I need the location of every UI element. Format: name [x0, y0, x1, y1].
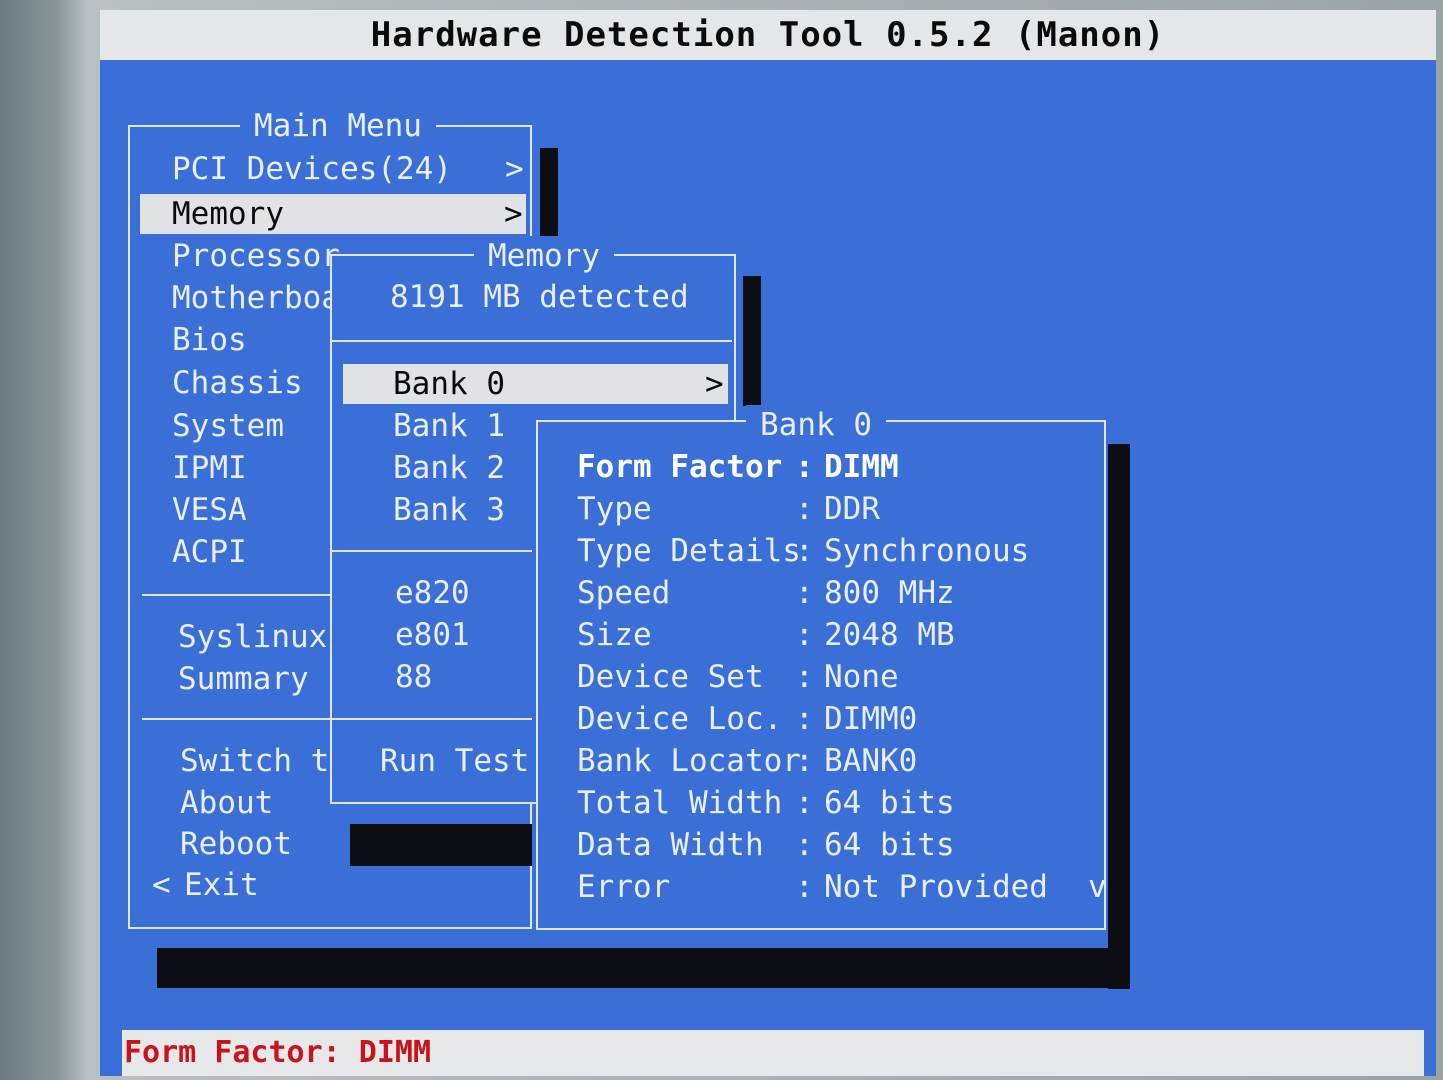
bank-row-label: Form Factor — [577, 449, 783, 485]
bank-row-separator: : — [795, 491, 814, 527]
menu-item-pci-devices[interactable]: PCI Devices(24) — [172, 149, 452, 189]
bank-row-label: Total Width — [577, 785, 783, 821]
bank-row-form-factor: Form Factor : DIMM — [577, 447, 1097, 489]
bank-detail-list: Form Factor : DIMM Type : DDR Type Detai… — [577, 447, 1097, 907]
memory-bank-0[interactable]: Bank 0 > — [343, 364, 728, 404]
menu-item-reboot[interactable]: Reboot — [180, 824, 292, 864]
bank-row-speed: Speed : 800 MHz — [577, 573, 1097, 615]
bank0-submenu-arrow-icon: > — [705, 366, 724, 402]
status-bar: Form Factor: DIMM — [122, 1030, 1424, 1076]
bank-row-value: 64 bits — [824, 785, 955, 821]
memory-map-e820[interactable]: e820 — [395, 573, 470, 613]
bank-row-label: Bank Locator — [577, 743, 801, 779]
scroll-down-indicator-icon[interactable]: v — [1088, 867, 1107, 907]
bank-row-label: Type Details — [577, 533, 801, 569]
bank-row-value: DDR — [824, 491, 880, 527]
memory-bank-2[interactable]: Bank 2 — [393, 448, 505, 488]
bank-row-device-loc: Device Loc. : DIMM0 — [577, 699, 1097, 741]
menu-item-memory-label: Memory — [172, 196, 284, 232]
screen: Hardware Detection Tool 0.5.2 (Manon) Ma… — [100, 10, 1436, 1076]
bank-row-value: Synchronous — [824, 533, 1030, 569]
bank-row-separator: : — [795, 617, 814, 653]
memory-bank-0-label: Bank 0 — [393, 366, 505, 402]
bank-row-separator: : — [795, 575, 814, 611]
memory-menu-divider-3 — [332, 718, 532, 720]
bank-row-type-details: Type Details : Synchronous — [577, 531, 1097, 573]
bank-panel-title: Bank 0 — [746, 405, 886, 445]
bank-row-type: Type : DDR — [577, 489, 1097, 531]
memory-bank-1[interactable]: Bank 1 — [393, 406, 505, 446]
bank-row-separator: : — [795, 785, 814, 821]
bank-row-value: 2048 MB — [824, 617, 955, 653]
bank-row-separator: : — [795, 533, 814, 569]
bank-row-size: Size : 2048 MB — [577, 615, 1097, 657]
memory-bank-3[interactable]: Bank 3 — [393, 490, 505, 530]
back-arrow-icon: < — [152, 867, 171, 903]
memory-menu-title: Memory — [474, 236, 614, 276]
menu-item-syslinux[interactable]: Syslinux — [178, 617, 327, 657]
menu-item-summary[interactable]: Summary — [178, 659, 309, 699]
memory-menu-scroll-shadow — [743, 276, 761, 406]
main-menu-divider-2 — [142, 718, 332, 720]
main-menu-title: Main Menu — [240, 106, 436, 146]
bank-row-value: DIMM0 — [824, 701, 918, 737]
bank-row-label: Device Loc. — [577, 701, 783, 737]
bank-row-data-width: Data Width : 64 bits — [577, 825, 1097, 867]
memory-menu-shadow — [350, 824, 532, 866]
bank-row-label: Speed — [577, 575, 671, 611]
bank-row-value: 64 bits — [824, 827, 955, 863]
menu-item-about[interactable]: About — [180, 783, 273, 823]
main-menu-divider-1 — [142, 594, 332, 596]
bank-row-value: DIMM — [824, 449, 899, 485]
menu-item-bios[interactable]: Bios — [172, 320, 247, 360]
bank-row-separator: : — [795, 743, 814, 779]
bank-panel-shadow-right — [1108, 444, 1130, 989]
memory-menu-divider-2 — [332, 550, 532, 552]
bank-row-separator: : — [795, 869, 814, 905]
main-menu-shadow — [157, 948, 1125, 988]
bank-row-device-set: Device Set : None — [577, 657, 1097, 699]
bank-row-value: 800 MHz — [824, 575, 955, 611]
bank-row-bank-locator: Bank Locator : BANK0 — [577, 741, 1097, 783]
menu-item-acpi[interactable]: ACPI — [172, 532, 247, 572]
bank-row-separator: : — [795, 659, 814, 695]
main-menu-scroll-shadow — [540, 148, 558, 236]
memory-menu-divider-1 — [332, 340, 732, 342]
menu-item-memory[interactable]: Memory > — [140, 194, 526, 234]
menu-item-switch-to[interactable]: Switch to — [180, 741, 348, 781]
bank-row-error: Error : Not Provided — [577, 867, 1097, 909]
title-bar: Hardware Detection Tool 0.5.2 (Manon) — [100, 10, 1436, 60]
menu-item-motherboard[interactable]: Motherboa — [172, 278, 340, 318]
memory-submenu-arrow-icon: > — [504, 196, 523, 232]
memory-map-e801[interactable]: e801 — [395, 615, 470, 655]
menu-item-system[interactable]: System — [172, 406, 284, 446]
bank-row-label: Type — [577, 491, 652, 527]
bank-row-value: Not Provided — [824, 869, 1048, 905]
bank-row-label: Size — [577, 617, 652, 653]
bank-row-separator: : — [795, 449, 814, 485]
menu-item-vesa[interactable]: VESA — [172, 490, 247, 530]
bank-row-total-width: Total Width : 64 bits — [577, 783, 1097, 825]
bank-row-value: BANK0 — [824, 743, 918, 779]
bank-row-separator: : — [795, 701, 814, 737]
menu-item-exit[interactable]: Exit — [184, 865, 259, 905]
run-test-button[interactable]: Run Test — [380, 741, 529, 781]
bank-row-value: None — [824, 659, 899, 695]
bank-row-label: Data Width — [577, 827, 764, 863]
menu-item-processor[interactable]: Processor — [172, 236, 340, 276]
pci-submenu-arrow-icon: > — [505, 151, 524, 187]
memory-map-88[interactable]: 88 — [395, 657, 432, 697]
memory-detected-text: 8191 MB detected — [390, 279, 689, 315]
bank-row-separator: : — [795, 827, 814, 863]
bank-row-label: Error — [577, 869, 671, 905]
menu-item-ipmi[interactable]: IPMI — [172, 448, 247, 488]
menu-item-chassis[interactable]: Chassis — [172, 363, 303, 403]
bank-row-label: Device Set — [577, 659, 764, 695]
